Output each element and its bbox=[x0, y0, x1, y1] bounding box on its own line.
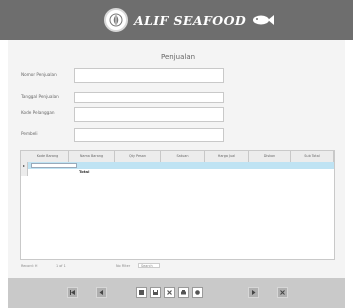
pembeli-input[interactable] bbox=[74, 128, 224, 142]
previous-record-button[interactable] bbox=[96, 287, 107, 298]
brand-logo: ALIF SEAFOOD bbox=[104, 6, 275, 34]
row-selector[interactable]: ▸ bbox=[21, 162, 28, 176]
label-nomor-penjualan: Nomor Penjualan bbox=[21, 72, 57, 77]
column-header[interactable]: Nama Barang bbox=[69, 151, 115, 162]
delete-icon bbox=[167, 290, 172, 295]
save-button[interactable] bbox=[150, 287, 161, 298]
app-header: ALIF SEAFOOD bbox=[0, 0, 353, 40]
total-label: Total bbox=[79, 169, 90, 174]
record-navigator: Record: H 1 of 1 No Filter Search bbox=[20, 262, 335, 270]
kode-barang-cell-input[interactable] bbox=[31, 163, 77, 168]
label-pembeli: Pembeli bbox=[21, 131, 38, 136]
column-header[interactable]: Sub Total bbox=[291, 151, 334, 162]
first-record-icon bbox=[70, 290, 75, 295]
delete-button[interactable] bbox=[164, 287, 175, 298]
new-record-icon bbox=[139, 290, 144, 295]
filter-status[interactable]: No Filter bbox=[116, 262, 130, 270]
kode-pelanggan-input[interactable] bbox=[74, 107, 224, 122]
search-label: Search bbox=[141, 264, 153, 268]
new-record-button[interactable] bbox=[136, 287, 147, 298]
brand-name: ALIF SEAFOOD bbox=[134, 12, 247, 28]
column-header[interactable]: Satuan bbox=[161, 151, 205, 162]
column-header[interactable]: Harga Jual bbox=[205, 151, 249, 162]
nomor-penjualan-input[interactable] bbox=[74, 68, 224, 83]
previous-record-icon bbox=[99, 290, 103, 295]
shell-emblem-icon bbox=[104, 8, 128, 32]
label-tanggal-penjualan: Tanggal Penjualan bbox=[21, 94, 59, 99]
record-label: Record: H bbox=[21, 264, 38, 268]
toolbar bbox=[8, 278, 345, 308]
record-position: 1 of 1 bbox=[56, 264, 66, 268]
detail-grid: Kode Barang Nama Barang Qty Pesan Satuan… bbox=[20, 150, 335, 260]
form-title: Penjualan bbox=[161, 53, 196, 61]
tanggal-penjualan-input[interactable] bbox=[74, 92, 224, 103]
column-header[interactable]: Qty Pesan bbox=[115, 151, 161, 162]
print-button[interactable] bbox=[178, 287, 189, 298]
close-button[interactable] bbox=[277, 287, 288, 298]
print-icon bbox=[181, 290, 186, 295]
next-record-button[interactable] bbox=[248, 287, 259, 298]
column-header[interactable]: Diskon bbox=[249, 151, 291, 162]
label-kode-pelanggan: Kode Pelanggan bbox=[21, 110, 55, 115]
undo-icon bbox=[195, 290, 200, 295]
column-header[interactable]: Kode Barang bbox=[27, 151, 69, 162]
fish-icon bbox=[253, 15, 275, 25]
first-record-button[interactable] bbox=[67, 287, 78, 298]
undo-button[interactable] bbox=[192, 287, 203, 298]
next-record-icon bbox=[252, 290, 256, 295]
save-icon bbox=[153, 290, 158, 295]
close-icon bbox=[280, 290, 285, 295]
